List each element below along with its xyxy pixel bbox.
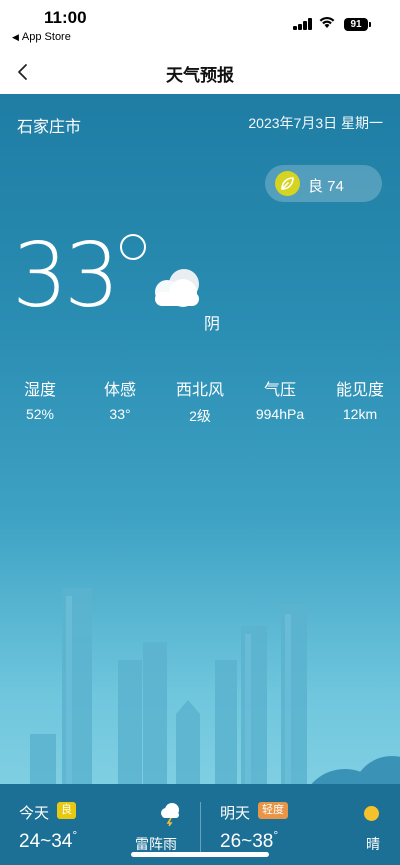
metric-label: 湿度	[23, 382, 56, 399]
back-app-label: App Store	[21, 31, 71, 43]
tomorrow-temp-range: 26~38°	[220, 828, 278, 853]
battery-icon: 91	[344, 18, 368, 31]
status-time: 11:00	[44, 8, 87, 27]
metric-visibility: 能见度 12km	[320, 376, 400, 422]
metric-humidity: 湿度 52%	[0, 376, 80, 422]
metric-label: 西北风	[175, 382, 224, 399]
today-range-value: 24~34	[19, 831, 73, 852]
divider	[200, 802, 201, 852]
leaf-icon	[275, 171, 300, 196]
city-name[interactable]: 石家庄市	[17, 113, 81, 137]
metric-label: 体感	[103, 382, 136, 399]
degree-symbol: °	[273, 828, 279, 842]
today-condition: 雷阵雨	[135, 836, 177, 852]
aqi-label: 良 74	[308, 178, 344, 195]
back-triangle-icon: ◀	[12, 32, 19, 42]
metric-value: 2级	[189, 408, 211, 424]
degree-symbol	[120, 234, 146, 260]
signal-icon	[293, 18, 313, 30]
metric-value: 994hPa	[255, 406, 305, 422]
metric-label: 能见度	[335, 382, 384, 399]
current-condition: 阴	[204, 316, 221, 333]
today-aqi-badge: 良	[57, 802, 76, 819]
metric-wind: 西北风 2级	[160, 376, 240, 426]
cloud-icon	[155, 269, 199, 307]
status-bar: 11:00 ◀ App Store 91	[0, 0, 400, 50]
battery-tip	[369, 22, 371, 27]
tomorrow-aqi-badge: 轻度	[258, 802, 288, 819]
degree-symbol: °	[72, 828, 78, 842]
metric-value: 33°	[109, 406, 131, 422]
wifi-icon	[319, 16, 335, 28]
back-to-app-store[interactable]: ◀ App Store	[12, 31, 71, 43]
nav-bar: 天气预报	[0, 50, 400, 94]
metric-feels-like: 体感 33°	[80, 376, 160, 422]
thunderstorm-icon	[161, 803, 179, 826]
tomorrow-range-value: 26~38	[220, 831, 274, 852]
page-title: 天气预报	[166, 66, 234, 85]
today-temp-range: 24~34°	[19, 828, 77, 853]
tomorrow-condition: 晴	[366, 836, 380, 852]
tomorrow-label: 明天	[220, 805, 251, 822]
home-indicator[interactable]	[131, 852, 269, 857]
sun-icon	[364, 806, 379, 821]
today-label: 今天	[19, 805, 50, 822]
metrics-row: 湿度 52% 体感 33° 西北风 2级 气压 994hPa 能见度 12km	[0, 376, 400, 426]
metric-value: 12km	[342, 406, 378, 422]
aqi-badge[interactable]: 良 74	[265, 165, 382, 202]
weather-panel: 石家庄市 2023年7月3日 星期一 良 74 33 阴 湿度 52% 体感 3…	[0, 94, 400, 865]
metric-value: 52%	[25, 406, 55, 422]
metric-label: 气压	[263, 382, 296, 399]
date-text: 2023年7月3日 星期一	[248, 115, 383, 131]
metric-pressure: 气压 994hPa	[240, 376, 320, 422]
current-temperature: 33	[12, 224, 120, 327]
